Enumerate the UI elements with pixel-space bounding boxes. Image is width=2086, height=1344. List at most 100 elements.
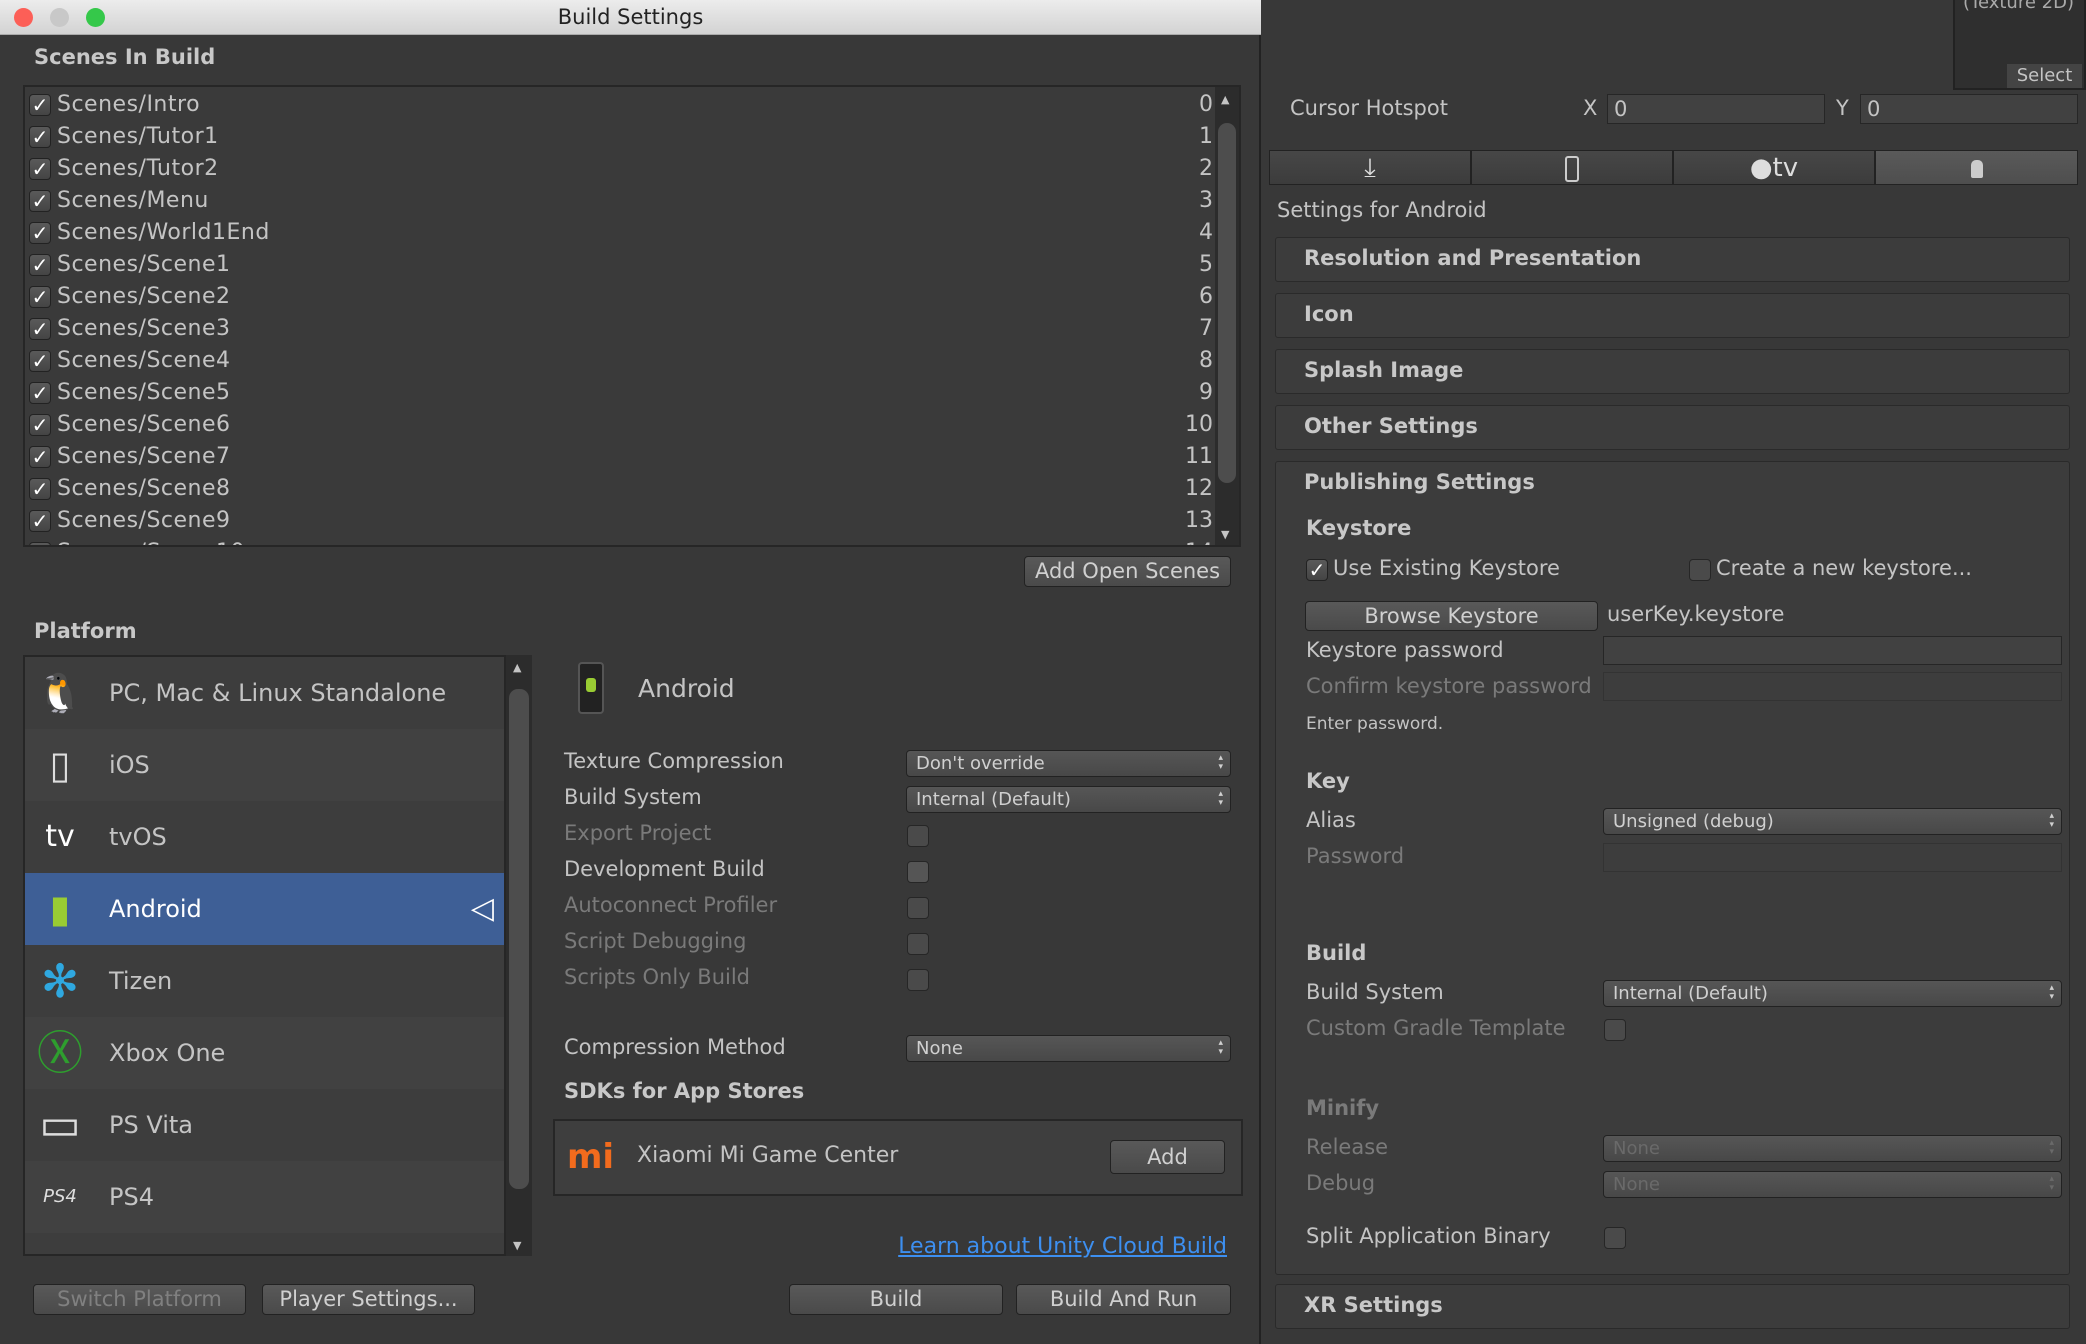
scene-row[interactable]: ✓ Scenes/Scene3 7 (25, 313, 1213, 345)
scene-row[interactable]: ✓ Scenes/Scene10 14 (25, 537, 1213, 545)
minify-release-dropdown[interactable]: None (1603, 1135, 2062, 1162)
scene-checkbox[interactable]: ✓ (29, 126, 51, 148)
scene-row[interactable]: ✓ Scenes/Scene2 6 (25, 281, 1213, 313)
platform-item[interactable]: Ⓧ Xbox One (25, 1017, 504, 1089)
build-button[interactable]: Build (789, 1284, 1003, 1315)
build-system-dropdown[interactable]: Internal (Default) (906, 786, 1231, 813)
platform-item[interactable]: 🐧 PC, Mac & Linux Standalone (25, 657, 504, 729)
custom-gradle-checkbox[interactable] (1604, 1019, 1626, 1041)
platform-item[interactable]: tv tvOS (25, 801, 504, 873)
close-button[interactable] (14, 8, 33, 27)
section-resolution[interactable]: Resolution and Presentation (1275, 237, 2070, 282)
scroll-up-icon[interactable]: ▲ (513, 661, 521, 674)
sdks-heading: SDKs for App Stores (564, 1079, 805, 1103)
platform-scrollbar[interactable]: ▲ ▼ (506, 655, 532, 1256)
scene-row[interactable]: ✓ Scenes/Intro 0 (25, 89, 1213, 121)
scrollbar-thumb[interactable] (509, 689, 529, 1189)
key-password-input[interactable] (1603, 843, 2062, 872)
browse-keystore-button[interactable]: Browse Keystore (1305, 601, 1598, 631)
tab-android[interactable] (1875, 150, 2078, 185)
add-open-scenes-button[interactable]: Add Open Scenes (1024, 556, 1231, 587)
scene-checkbox[interactable]: ✓ (29, 382, 51, 404)
scene-checkbox[interactable]: ✓ (29, 446, 51, 468)
zoom-button[interactable] (86, 8, 105, 27)
build-and-run-button[interactable]: Build And Run (1016, 1284, 1231, 1315)
scripts-only-build-checkbox[interactable] (907, 969, 929, 991)
texture-thumbnail[interactable]: (Texture 2D) Select (1953, 0, 2086, 90)
minimize-button[interactable] (50, 8, 69, 27)
scene-row[interactable]: ✓ Scenes/Scene4 8 (25, 345, 1213, 377)
platform-item[interactable]: PS4 PS4 (25, 1161, 504, 1233)
scene-checkbox[interactable]: ✓ (29, 158, 51, 180)
tab-ios[interactable] (1471, 150, 1673, 185)
scroll-down-icon[interactable]: ▼ (1221, 528, 1229, 541)
scene-name: Scenes/Scene3 (57, 316, 231, 341)
tab-tvos[interactable]: ●tv (1673, 150, 1875, 185)
sdk-add-button[interactable]: Add (1110, 1140, 1225, 1174)
confirm-keystore-password-input[interactable] (1603, 672, 2062, 701)
publish-build-system-dropdown[interactable]: Internal (Default) (1603, 980, 2062, 1007)
section-publishing-title[interactable]: Publishing Settings (1304, 470, 1535, 494)
scene-row[interactable]: ✓ Scenes/World1End 4 (25, 217, 1213, 249)
scenes-scrollbar[interactable]: ▲ ▼ (1215, 87, 1239, 545)
platform-item[interactable]: ▭ PS Vita (25, 1089, 504, 1161)
scene-row[interactable]: ✓ Scenes/Tutor2 2 (25, 153, 1213, 185)
keystore-file: userKey.keystore (1607, 602, 1785, 626)
scene-checkbox[interactable]: ✓ (29, 94, 51, 116)
scene-name: Scenes/World1End (57, 220, 270, 245)
scene-index: 5 (1199, 252, 1213, 277)
create-keystore-checkbox[interactable] (1689, 559, 1711, 581)
autoconnect-profiler-checkbox[interactable] (907, 897, 929, 919)
platform-item[interactable] (25, 1233, 504, 1254)
scroll-up-icon[interactable]: ▲ (1221, 93, 1229, 106)
scene-checkbox[interactable]: ✓ (29, 254, 51, 276)
scene-checkbox[interactable]: ✓ (29, 510, 51, 532)
section-icon[interactable]: Icon (1275, 293, 2070, 338)
scene-row[interactable]: ✓ Scenes/Menu 3 (25, 185, 1213, 217)
use-existing-keystore-checkbox[interactable]: ✓ (1306, 559, 1328, 581)
scene-row[interactable]: ✓ Scenes/Scene1 5 (25, 249, 1213, 281)
compression-method-dropdown[interactable]: None (906, 1035, 1231, 1062)
scene-checkbox[interactable]: ✓ (29, 190, 51, 212)
scene-checkbox[interactable]: ✓ (29, 350, 51, 372)
texture-compression-dropdown[interactable]: Don't override (906, 750, 1231, 777)
scene-checkbox[interactable]: ✓ (29, 318, 51, 340)
scene-row[interactable]: ✓ Scenes/Scene6 10 (25, 409, 1213, 441)
scene-checkbox[interactable]: ✓ (29, 542, 51, 545)
section-splash[interactable]: Splash Image (1275, 349, 2070, 394)
scene-row[interactable]: ✓ Scenes/Scene5 9 (25, 377, 1213, 409)
sdk-row: mi Xiaomi Mi Game Center Add (553, 1119, 1243, 1196)
switch-platform-button[interactable]: Switch Platform (33, 1284, 246, 1315)
section-xr[interactable]: XR Settings (1275, 1284, 2070, 1329)
platform-item[interactable]: ▯ iOS (25, 729, 504, 801)
script-debugging-checkbox[interactable] (907, 933, 929, 955)
split-binary-checkbox[interactable] (1604, 1227, 1626, 1249)
minify-debug-dropdown[interactable]: None (1603, 1171, 2062, 1198)
hotspot-y-input[interactable]: 0 (1860, 94, 2078, 124)
scene-row[interactable]: ✓ Scenes/Scene7 11 (25, 441, 1213, 473)
scrollbar-thumb[interactable] (1218, 123, 1236, 483)
platform-item[interactable]: ▮ Android ◁ (25, 873, 504, 945)
export-project-checkbox[interactable] (907, 825, 929, 847)
scene-checkbox[interactable]: ✓ (29, 414, 51, 436)
development-build-checkbox[interactable] (907, 861, 929, 883)
scene-name: Scenes/Menu (57, 188, 209, 213)
scene-checkbox[interactable]: ✓ (29, 478, 51, 500)
scroll-down-icon[interactable]: ▼ (513, 1239, 521, 1252)
scene-row[interactable]: ✓ Scenes/Scene9 13 (25, 505, 1213, 537)
alias-dropdown[interactable]: Unsigned (debug) (1603, 808, 2062, 835)
texture-select-button[interactable]: Select (2007, 64, 2082, 88)
platform-item[interactable]: ✻ Tizen (25, 945, 504, 1017)
keystore-password-input[interactable] (1603, 636, 2062, 665)
player-settings-button[interactable]: Player Settings... (262, 1284, 475, 1315)
scene-row[interactable]: ✓ Scenes/Tutor1 1 (25, 121, 1213, 153)
hotspot-x-input[interactable]: 0 (1607, 94, 1825, 124)
title-bar: Build Settings (0, 0, 1261, 35)
scene-row[interactable]: ✓ Scenes/Scene8 12 (25, 473, 1213, 505)
scene-checkbox[interactable]: ✓ (29, 222, 51, 244)
learn-cloud-build-link[interactable]: Learn about Unity Cloud Build (898, 1234, 1227, 1259)
scene-checkbox[interactable]: ✓ (29, 286, 51, 308)
tab-standalone[interactable]: ⤓ (1269, 150, 1471, 185)
section-other[interactable]: Other Settings (1275, 405, 2070, 450)
scene-index: 3 (1199, 188, 1213, 213)
